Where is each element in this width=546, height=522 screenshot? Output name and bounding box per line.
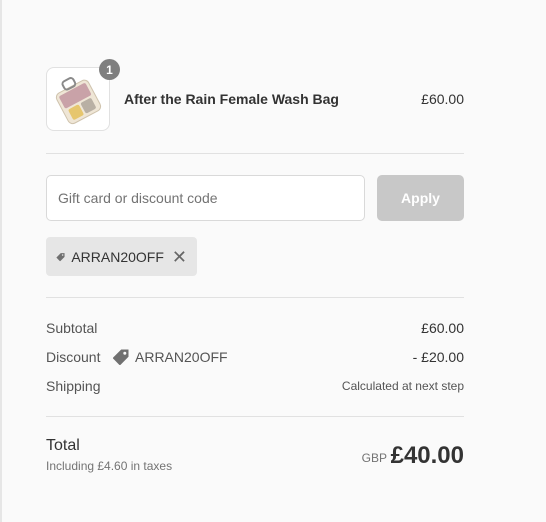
divider xyxy=(46,297,464,298)
currency-code: GBP xyxy=(361,451,387,465)
left-border xyxy=(0,0,2,522)
apply-button[interactable]: Apply xyxy=(377,175,464,221)
cart-line-item: 1 After the Rain Female Wash Bag £60.00 xyxy=(46,59,464,131)
wash-bag-image xyxy=(55,77,102,125)
tag-icon xyxy=(112,349,129,366)
discount-value: - £20.00 xyxy=(412,349,464,365)
tag-icon xyxy=(56,252,65,261)
shipping-row: Shipping Calculated at next step xyxy=(46,378,464,398)
discount-row: Discount ARRAN20OFF - £20.00 xyxy=(46,349,464,369)
discount-code-text: ARRAN20OFF xyxy=(135,349,228,365)
shipping-value: Calculated at next step xyxy=(341,379,464,393)
divider xyxy=(46,416,464,417)
subtotal-label: Subtotal xyxy=(46,320,98,336)
divider xyxy=(46,153,464,154)
subtotal-value: £60.00 xyxy=(421,320,464,336)
tax-note: Including £4.60 in taxes xyxy=(46,459,173,473)
discount-label: Discount xyxy=(46,349,101,365)
shipping-label: Shipping xyxy=(46,378,101,394)
total-label: Total xyxy=(46,437,80,454)
total-amount: £40.00 xyxy=(390,442,464,469)
quantity-badge: 1 xyxy=(99,59,120,80)
subtotal-row: Subtotal £60.00 xyxy=(46,320,464,340)
applied-discount-tag: ARRAN20OFF ✕ xyxy=(46,237,197,276)
applied-discount-code: ARRAN20OFF xyxy=(71,248,164,265)
discount-code-input[interactable] xyxy=(46,175,365,221)
product-price: £60.00 xyxy=(421,91,464,107)
discount-code-display: ARRAN20OFF xyxy=(112,348,228,366)
close-icon[interactable]: ✕ xyxy=(172,248,187,266)
product-thumbnail: 1 xyxy=(46,59,120,131)
product-name: After the Rain Female Wash Bag xyxy=(124,91,339,107)
